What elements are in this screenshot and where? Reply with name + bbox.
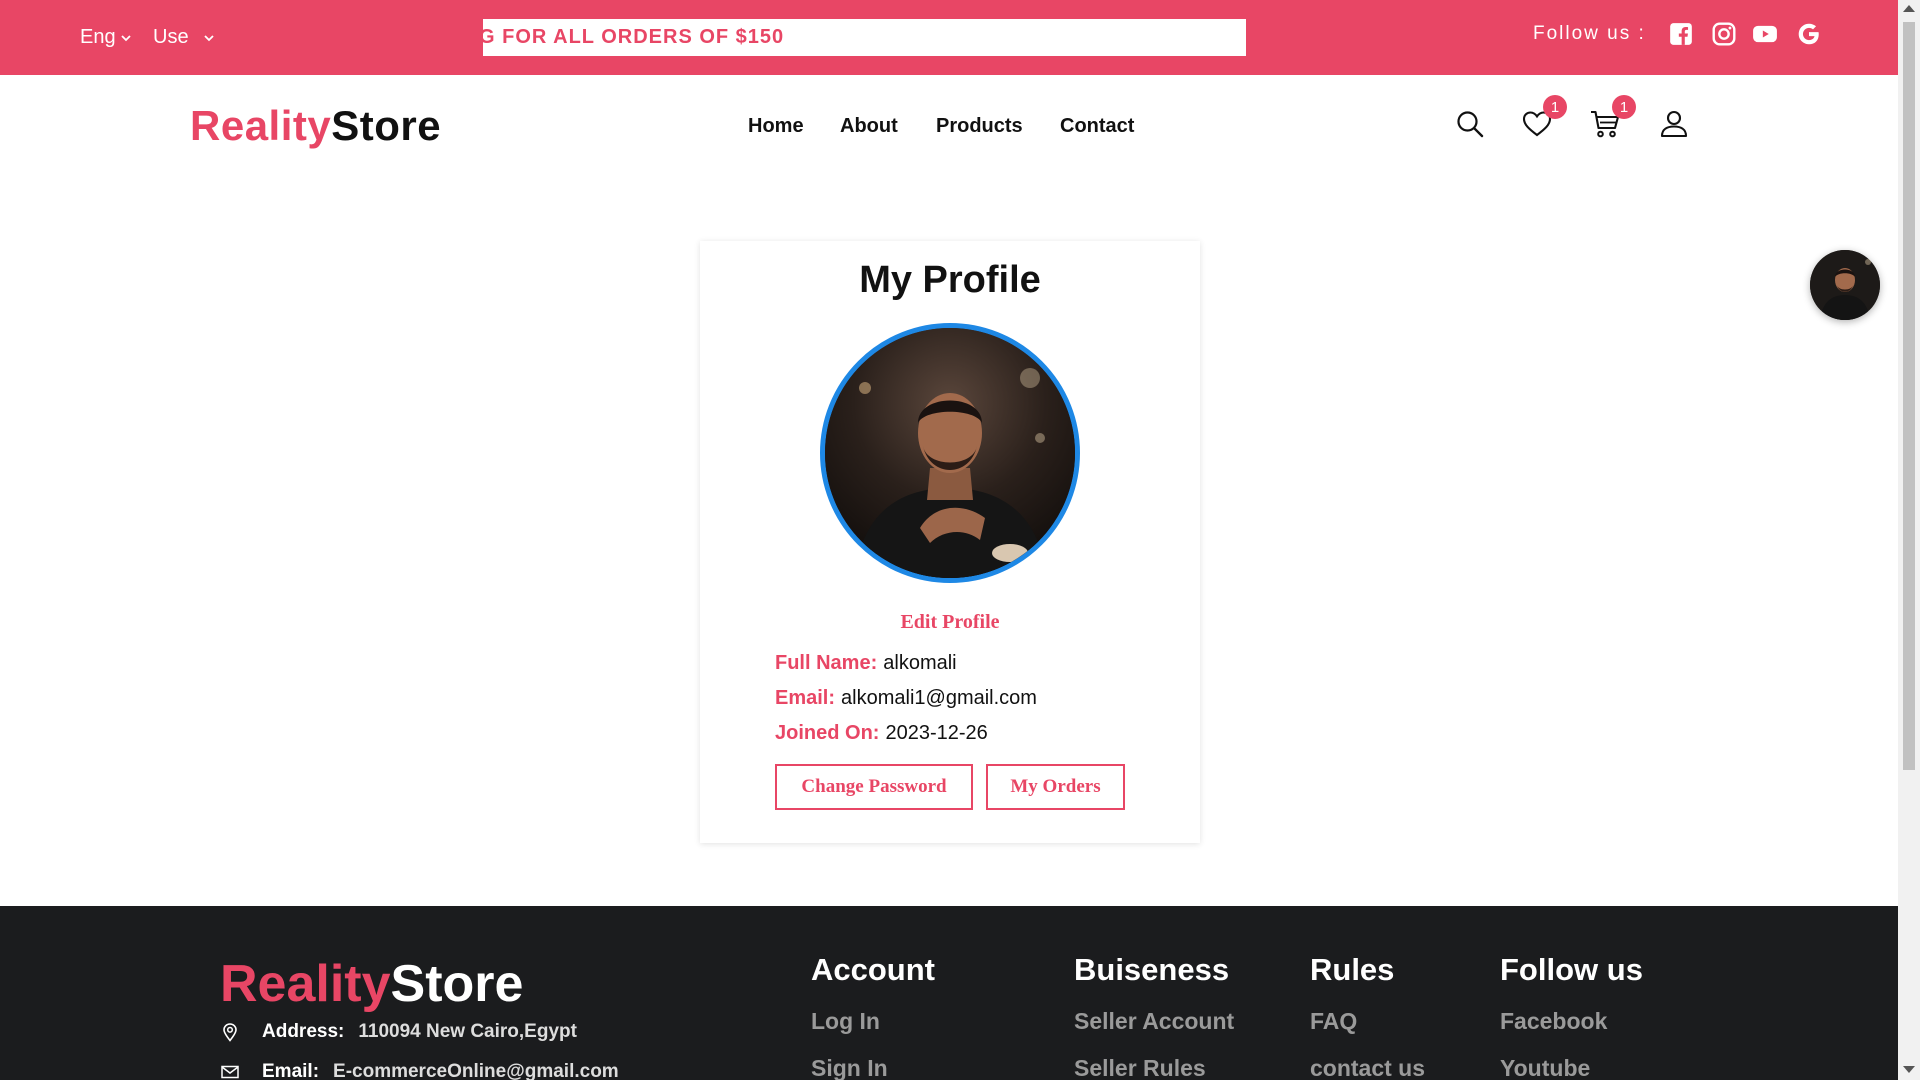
footer-logo-store: Store: [390, 955, 524, 1013]
footer-address-label: Address:: [262, 1021, 345, 1042]
promo-ticker-text: G FOR ALL ORDERS OF $150: [483, 26, 785, 48]
joined-label: Joined On:: [775, 722, 880, 744]
full-name-label: Full Name:: [775, 652, 878, 674]
nav-products[interactable]: Products: [936, 115, 1023, 138]
footer-col-account-title: Account: [811, 952, 935, 987]
change-password-button[interactable]: Change Password: [775, 764, 973, 810]
full-name-row: Full Name: alkomali: [775, 652, 957, 675]
email-value: alkomali1@gmail.com: [841, 687, 1037, 709]
logo-reality: Reality: [190, 102, 332, 149]
currency-selector[interactable]: Use: [153, 26, 215, 49]
language-selector[interactable]: Eng: [80, 26, 132, 49]
footer-email-label: Email:: [262, 1061, 320, 1080]
nav-contact[interactable]: Contact: [1060, 115, 1134, 138]
footer-link-contact-us[interactable]: contact us: [1310, 1055, 1425, 1080]
promo-ticker: G FOR ALL ORDERS OF $150: [483, 19, 1246, 56]
joined-value: 2023-12-26: [885, 722, 988, 744]
footer-link-youtube[interactable]: Youtube: [1500, 1055, 1590, 1080]
profile-card: My Profile Edit Profile Full Name: alkom…: [700, 241, 1200, 843]
footer-link-seller-account[interactable]: Seller Account: [1074, 1008, 1234, 1035]
chevron-down-icon: [120, 34, 131, 41]
footer-col-business-title: Buiseness: [1074, 952, 1230, 987]
page-title: My Profile: [859, 259, 1041, 301]
nav-home[interactable]: Home: [748, 115, 804, 138]
footer-email: Email: E-commerceOnline@gmail.com: [220, 1061, 619, 1080]
footer-logo-reality: Reality: [220, 955, 391, 1013]
location-pin-icon: [223, 1023, 237, 1042]
search-icon[interactable]: [1452, 106, 1488, 142]
language-label: Eng: [80, 26, 116, 48]
currency-label: Use: [153, 26, 189, 48]
scrollbar-thumb[interactable]: [1903, 22, 1915, 770]
email-row: Email: alkomali1@gmail.com: [775, 687, 1037, 710]
floating-avatar-photo: [1810, 250, 1880, 320]
footer-link-seller-rules[interactable]: Seller Rules: [1074, 1055, 1206, 1080]
envelope-icon: [221, 1065, 239, 1079]
user-account-icon[interactable]: [1656, 106, 1692, 142]
joined-row: Joined On: 2023-12-26: [775, 722, 988, 745]
youtube-icon[interactable]: [1751, 20, 1779, 48]
footer-email-value[interactable]: E-commerceOnline@gmail.com: [333, 1061, 619, 1080]
scroll-down-arrow-icon[interactable]: [1903, 1066, 1915, 1073]
profile-photo: [825, 328, 1075, 578]
footer-address: Address: 110094 New Cairo,Egypt: [220, 1021, 577, 1043]
footer-link-facebook[interactable]: Facebook: [1500, 1008, 1607, 1035]
site-logo[interactable]: RealityStore: [190, 102, 441, 150]
edit-profile-link[interactable]: Edit Profile: [700, 611, 1200, 634]
cart-count-badge: 1: [1612, 95, 1636, 119]
footer-link-faq[interactable]: FAQ: [1310, 1008, 1357, 1035]
email-label: Email:: [775, 687, 836, 709]
footer-address-value: 110094 New Cairo,Egypt: [358, 1021, 577, 1042]
nav-about[interactable]: About: [840, 115, 898, 138]
footer-col-follow-title: Follow us: [1500, 952, 1643, 987]
top-bar: Eng Use G FOR ALL ORDERS OF $150 Follow …: [0, 0, 1898, 75]
footer-link-log-in[interactable]: Log In: [811, 1008, 880, 1035]
full-name-value: alkomali: [883, 652, 957, 674]
floating-avatar[interactable]: [1810, 250, 1880, 320]
scroll-up-arrow-icon[interactable]: [1903, 5, 1915, 12]
footer-col-rules-title: Rules: [1310, 952, 1395, 987]
facebook-icon[interactable]: [1667, 20, 1695, 48]
follow-us-label: Follow us :: [1533, 23, 1646, 44]
wishlist-count-badge: 1: [1543, 95, 1567, 119]
my-orders-button[interactable]: My Orders: [986, 764, 1125, 810]
footer-logo[interactable]: RealityStore: [220, 954, 523, 1014]
footer-link-sign-in[interactable]: Sign In: [811, 1055, 888, 1080]
google-icon[interactable]: [1795, 20, 1823, 48]
site-footer: RealityStore Address: 110094 New Cairo,E…: [0, 906, 1898, 1080]
chevron-down-icon: [203, 34, 214, 41]
logo-store: Store: [331, 102, 442, 149]
instagram-icon[interactable]: [1710, 20, 1738, 48]
profile-avatar: [820, 323, 1080, 583]
